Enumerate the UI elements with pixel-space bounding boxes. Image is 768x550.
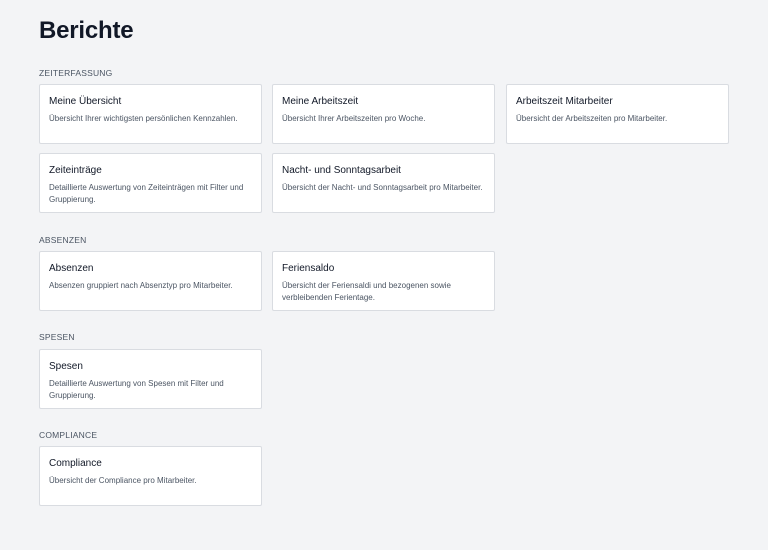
card-title: Zeiteinträge [49,165,102,176]
page-title: Berichte [39,17,134,44]
report-card-meine-arbeitszeit[interactable]: Meine Arbeitszeit Übersicht Ihrer Arbeit… [272,84,495,144]
report-card-meine-uebersicht[interactable]: Meine Übersicht Übersicht Ihrer wichtigs… [39,84,262,144]
card-title: Meine Arbeitszeit [282,96,359,107]
card-description: Detaillierte Auswertung von Zeiteinträge… [49,183,244,204]
report-card-arbeitszeit-mitarbeiter[interactable]: Arbeitszeit Mitarbeiter Übersicht der Ar… [506,84,729,144]
card-title: Arbeitszeit Mitarbeiter [516,96,613,107]
card-description: Absenzen gruppiert nach Absenztyp pro Mi… [49,281,233,290]
report-card-zeiteintraege[interactable]: Zeiteinträge Detaillierte Auswertung von… [39,153,262,213]
card-description: Übersicht Ihrer Arbeitszeiten pro Woche. [282,114,426,123]
section-label-zeiterfassung: ZEITERFASSUNG [39,68,113,78]
card-description: Übersicht der Nacht- und Sonntagsarbeit … [282,183,483,192]
card-title: Absenzen [49,263,94,274]
card-description: Übersicht Ihrer wichtigsten persönlichen… [49,114,238,123]
section-label-compliance: COMPLIANCE [39,430,98,440]
card-description: Übersicht der Compliance pro Mitarbeiter… [49,476,197,485]
report-card-feriensaldo[interactable]: Feriensaldo Übersicht der Feriensaldi un… [272,251,495,311]
report-card-compliance[interactable]: Compliance Übersicht der Compliance pro … [39,446,262,506]
card-description: Übersicht der Feriensaldi und bezogenen … [282,281,451,302]
card-title: Nacht- und Sonntagsarbeit [282,165,401,176]
card-title: Feriensaldo [282,263,335,274]
card-description: Übersicht der Arbeitszeiten pro Mitarbei… [516,114,668,123]
section-label-absenzen: ABSENZEN [39,235,87,245]
card-description: Detaillierte Auswertung von Spesen mit F… [49,379,224,400]
report-card-spesen[interactable]: Spesen Detaillierte Auswertung von Spese… [39,349,262,409]
card-title: Compliance [49,458,102,469]
card-title: Meine Übersicht [49,96,122,107]
card-title: Spesen [49,361,83,372]
report-card-absenzen[interactable]: Absenzen Absenzen gruppiert nach Absenzt… [39,251,262,311]
section-label-spesen: SPESEN [39,332,75,342]
report-card-nacht-sonntagsarbeit[interactable]: Nacht- und Sonntagsarbeit Übersicht der … [272,153,495,213]
